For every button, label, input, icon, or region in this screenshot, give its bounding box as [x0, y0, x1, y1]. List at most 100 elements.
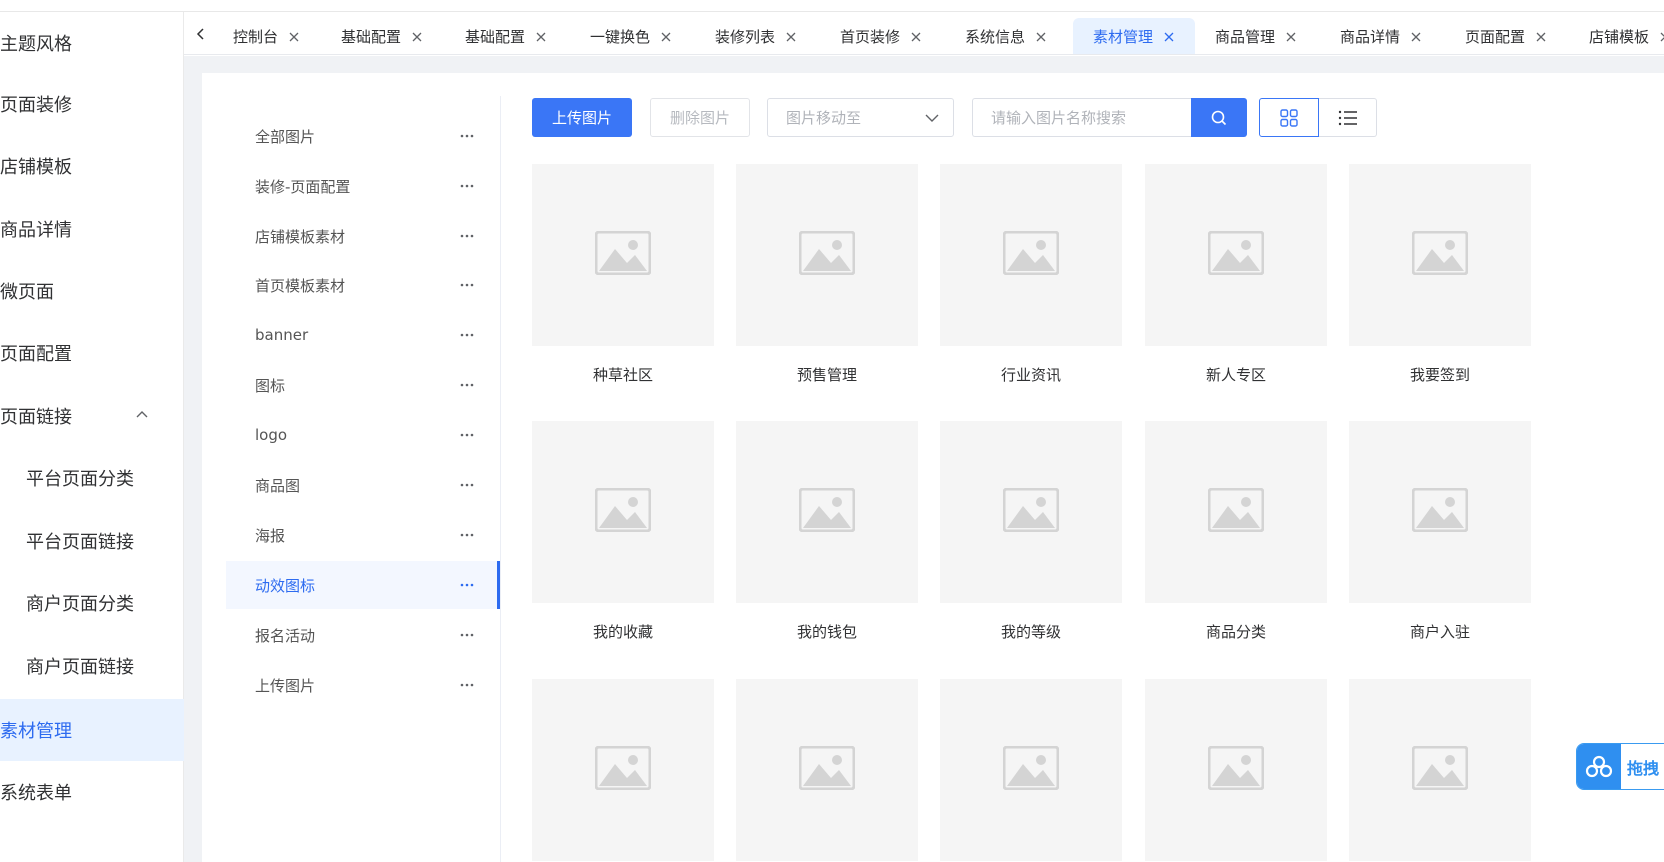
sidebar-item-system-form[interactable]: 系统表单: [0, 761, 184, 823]
tab-bar: 控制台 基础配置 基础配置 一键换色 装修列表 首页装修 系统信息 素材管理 商…: [184, 13, 1664, 55]
close-icon[interactable]: [1285, 31, 1297, 43]
more-icon[interactable]: [460, 183, 474, 189]
close-icon[interactable]: [411, 31, 423, 43]
more-icon[interactable]: [460, 682, 474, 688]
close-icon[interactable]: [910, 31, 922, 43]
sidebar-item-page-decoration[interactable]: 页面装修: [0, 73, 184, 135]
close-icon[interactable]: [535, 31, 547, 43]
more-icon[interactable]: [460, 133, 474, 139]
image-name: 我要签到: [1409, 366, 1470, 384]
image-thumbnail[interactable]: [532, 164, 714, 346]
image-thumbnail[interactable]: [1145, 421, 1327, 603]
image-name: 种草社区: [592, 366, 653, 384]
upload-image-button[interactable]: 上传图片: [532, 98, 632, 137]
more-icon[interactable]: [460, 582, 474, 588]
sidebar-item-merchant-page-category[interactable]: 商户页面分类: [0, 572, 184, 634]
tab-one-click-color[interactable]: 一键换色: [590, 18, 672, 54]
category-label: 海报: [255, 526, 286, 545]
more-icon[interactable]: [460, 482, 474, 488]
category-item-all[interactable]: 全部图片: [226, 112, 500, 160]
more-icon[interactable]: [460, 532, 474, 538]
category-item-decoration-page-config[interactable]: 装修-页面配置: [226, 162, 500, 210]
tab-page-config[interactable]: 页面配置: [1465, 18, 1547, 54]
category-item-product-images[interactable]: 商品图: [226, 461, 500, 509]
sidebar: 主题风格 页面装修 店铺模板 商品详情 微页面 页面配置 页面链接 平台页面分类…: [0, 12, 184, 862]
image-thumbnail[interactable]: [1349, 421, 1531, 603]
chevron-down-icon: [925, 114, 939, 122]
sidebar-item-material-management[interactable]: 素材管理: [0, 699, 184, 761]
list-view-button[interactable]: [1319, 98, 1377, 137]
category-item-animated-icons[interactable]: 动效图标: [226, 561, 500, 609]
top-strip: [0, 0, 1664, 12]
search-button[interactable]: [1191, 98, 1247, 137]
sidebar-item-label: 页面装修: [0, 95, 72, 116]
tab-product-management[interactable]: 商品管理: [1215, 18, 1297, 54]
close-icon[interactable]: [1659, 31, 1664, 43]
image-thumbnail[interactable]: [1349, 164, 1531, 346]
app-root: 主题风格 页面装修 店铺模板 商品详情 微页面 页面配置 页面链接 平台页面分类…: [0, 0, 1664, 862]
category-item-posters[interactable]: 海报: [226, 511, 500, 559]
drag-float-widget[interactable]: 拖拽: [1576, 743, 1664, 790]
sidebar-item-page-config[interactable]: 页面配置: [0, 322, 184, 384]
more-icon[interactable]: [460, 233, 474, 239]
tab-basic-config-1[interactable]: 基础配置: [341, 18, 423, 54]
image-thumbnail[interactable]: [940, 421, 1122, 603]
close-icon[interactable]: [288, 31, 300, 43]
category-item-icons[interactable]: 图标: [226, 361, 500, 409]
image-thumbnail[interactable]: [1145, 164, 1327, 346]
image-name: 商品分类: [1205, 623, 1266, 641]
sidebar-item-store-template[interactable]: 店铺模板: [0, 135, 184, 197]
image-thumbnail[interactable]: [532, 679, 714, 861]
tab-label: 基础配置: [465, 28, 526, 46]
sidebar-item-platform-page-category[interactable]: 平台页面分类: [0, 447, 184, 509]
sidebar-item-platform-page-link[interactable]: 平台页面链接: [0, 510, 184, 572]
category-item-logo[interactable]: logo: [226, 411, 500, 459]
tab-console[interactable]: 控制台: [233, 18, 300, 54]
category-item-store-template-material[interactable]: 店铺模板素材: [226, 212, 500, 260]
image-thumbnail[interactable]: [736, 679, 918, 861]
image-search-input[interactable]: [972, 98, 1191, 137]
category-item-event-signup[interactable]: 报名活动: [226, 611, 500, 659]
image-thumbnail[interactable]: [532, 421, 714, 603]
image-thumbnail[interactable]: [1145, 679, 1327, 861]
close-icon[interactable]: [660, 31, 672, 43]
more-icon[interactable]: [460, 432, 474, 438]
close-icon[interactable]: [1410, 31, 1422, 43]
sidebar-item-theme-style[interactable]: 主题风格: [0, 12, 184, 74]
sidebar-item-product-detail[interactable]: 商品详情: [0, 198, 184, 260]
tab-system-info[interactable]: 系统信息: [965, 18, 1047, 54]
sidebar-item-merchant-page-link[interactable]: 商户页面链接: [0, 635, 184, 697]
sidebar-item-page-links[interactable]: 页面链接: [0, 385, 184, 447]
image-thumbnail[interactable]: [736, 421, 918, 603]
tab-scroll-left-button[interactable]: [188, 21, 214, 47]
close-icon[interactable]: [1163, 31, 1175, 43]
tab-material-management[interactable]: 素材管理: [1073, 18, 1196, 54]
image-placeholder-icon: [594, 745, 652, 794]
image-name: 我的等级: [1000, 623, 1061, 641]
more-icon[interactable]: [460, 632, 474, 638]
tab-store-template[interactable]: 店铺模板: [1589, 18, 1664, 54]
tab-home-decoration[interactable]: 首页装修: [840, 18, 922, 54]
tab-decoration-list[interactable]: 装修列表: [715, 18, 797, 54]
tab-basic-config-2[interactable]: 基础配置: [465, 18, 547, 54]
close-icon[interactable]: [1535, 31, 1547, 43]
drag-widget-label: 拖拽: [1627, 758, 1660, 778]
category-item-banner[interactable]: banner: [226, 311, 500, 359]
tab-product-detail[interactable]: 商品详情: [1340, 18, 1422, 54]
sidebar-item-micro-page[interactable]: 微页面: [0, 260, 184, 322]
image-thumbnail[interactable]: [736, 164, 918, 346]
category-item-uploaded-images[interactable]: 上传图片: [226, 661, 500, 709]
image-thumbnail[interactable]: [940, 679, 1122, 861]
close-icon[interactable]: [1035, 31, 1047, 43]
more-icon[interactable]: [460, 282, 474, 288]
image-placeholder-icon: [1411, 487, 1469, 536]
move-image-select[interactable]: 图片移动至: [767, 98, 954, 137]
more-icon[interactable]: [460, 382, 474, 388]
image-thumbnail[interactable]: [1349, 679, 1531, 861]
grid-view-button[interactable]: [1259, 98, 1319, 137]
more-icon[interactable]: [460, 332, 474, 338]
close-icon[interactable]: [785, 31, 797, 43]
image-thumbnail[interactable]: [940, 164, 1122, 346]
category-item-home-template-material[interactable]: 首页模板素材: [226, 261, 500, 309]
delete-image-button[interactable]: 删除图片: [650, 98, 750, 137]
